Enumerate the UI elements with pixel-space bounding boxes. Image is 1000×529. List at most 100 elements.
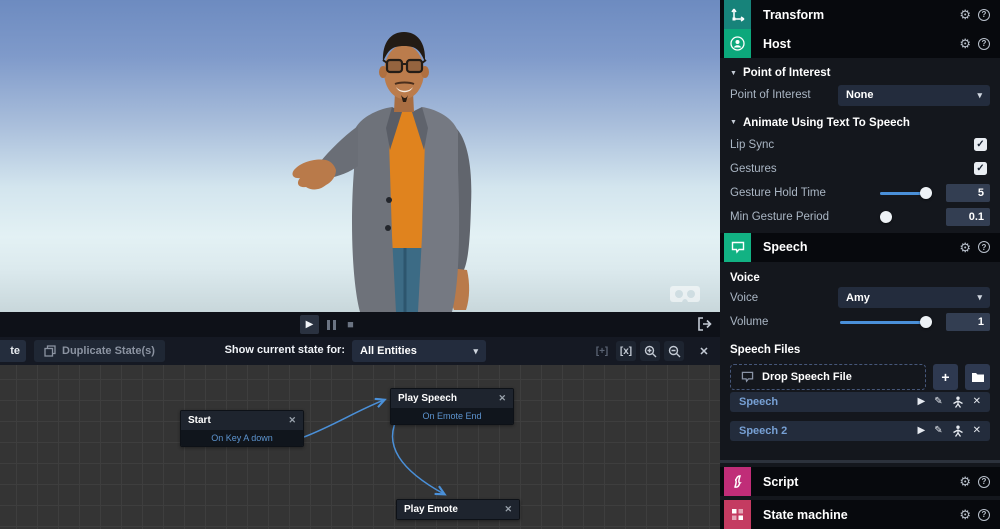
min-gesture-value[interactable]: 0.1: [946, 208, 990, 226]
section-title: Animate Using Text To Speech: [743, 117, 910, 129]
host-icon: [724, 29, 751, 58]
remove-speech-icon[interactable]: ✕: [973, 426, 981, 436]
slider-thumb[interactable]: [920, 187, 932, 199]
section-title: Point of Interest: [743, 67, 831, 79]
state-machine-canvas[interactable]: Start ✕ On Key A down Play Speech ✕ On E…: [0, 365, 720, 529]
stop-button[interactable]: ■: [341, 315, 360, 334]
gesture-hold-slider[interactable]: [880, 187, 932, 199]
help-icon[interactable]: ?: [978, 38, 990, 50]
node-close-icon[interactable]: ✕: [504, 504, 512, 515]
duplicate-icon: [44, 345, 56, 357]
host-glasses-right: [407, 60, 422, 72]
voice-label: Voice: [730, 292, 838, 304]
gear-icon[interactable]: ⚙: [959, 508, 971, 521]
scene-viewport[interactable]: [0, 0, 720, 312]
gear-icon[interactable]: ⚙: [959, 475, 971, 488]
gear-icon[interactable]: ⚙: [959, 37, 971, 50]
component-header-state-machine[interactable]: State machine ⚙ ?: [720, 500, 1000, 529]
node-transition[interactable]: On Emote End: [391, 408, 513, 424]
help-icon[interactable]: ?: [978, 476, 990, 488]
volume-slider[interactable]: [840, 316, 932, 328]
help-icon[interactable]: ?: [978, 9, 990, 21]
collapse-arrow-icon: ▼: [730, 119, 737, 126]
entities-dropdown-value: All Entities: [360, 345, 417, 357]
lip-sync-row: Lip Sync ✓: [720, 133, 1000, 157]
remove-speech-icon[interactable]: ✕: [973, 397, 981, 407]
node-close-icon[interactable]: ✕: [288, 415, 296, 426]
state-machine-toolbar: te Duplicate State(s) Show current state…: [0, 337, 720, 365]
gesture-mark-icon[interactable]: [952, 425, 964, 437]
voice-dropdown-value: Amy: [846, 292, 870, 304]
entities-dropdown[interactable]: All Entities ▾: [352, 340, 486, 362]
pause-button[interactable]: [322, 315, 341, 334]
min-gesture-slider[interactable]: [880, 211, 932, 223]
gestures-checkbox[interactable]: ✓: [974, 162, 987, 175]
gear-icon[interactable]: ⚙: [959, 241, 971, 254]
component-header-host[interactable]: Host ⚙ ?: [720, 29, 1000, 58]
duplicate-states-button[interactable]: Duplicate State(s): [34, 340, 165, 362]
add-speech-button[interactable]: +: [933, 364, 958, 390]
gesture-hold-value[interactable]: 5: [946, 184, 990, 202]
section-point-of-interest[interactable]: ▼ Point of Interest: [720, 58, 1000, 83]
host-glasses-left: [387, 60, 402, 72]
host-character[interactable]: [290, 0, 500, 312]
folder-icon: [971, 372, 985, 383]
pop-out-icon[interactable]: [697, 317, 712, 331]
edit-speech-icon[interactable]: ✎: [934, 426, 942, 436]
fit-all-icon[interactable]: [x]: [616, 341, 636, 361]
lip-sync-checkbox[interactable]: ✓: [974, 138, 987, 151]
gesture-hold-label: Gesture Hold Time: [730, 187, 880, 199]
gesture-hold-row: Gesture Hold Time 5: [720, 181, 1000, 205]
play-button[interactable]: ▶: [300, 315, 319, 334]
play-speech-icon[interactable]: ▶: [918, 397, 926, 407]
fit-selection-icon[interactable]: [+]: [592, 341, 612, 361]
component-title: State machine: [763, 508, 848, 522]
zoom-in-icon[interactable]: [640, 341, 660, 361]
state-node-play-emote[interactable]: Play Emote ✕: [396, 499, 520, 520]
state-node-start[interactable]: Start ✕ On Key A down: [180, 410, 304, 447]
pause-icon: [327, 320, 336, 330]
section-animate-tts[interactable]: ▼ Animate Using Text To Speech: [720, 108, 1000, 133]
browse-files-button[interactable]: [965, 364, 990, 390]
slider-thumb[interactable]: [880, 211, 892, 223]
speech-file-item[interactable]: Speech 2 ▶ ✎ ✕: [730, 421, 990, 441]
node-title: Start: [188, 415, 211, 426]
speech-files-title: Speech Files: [720, 334, 1000, 358]
edit-speech-icon[interactable]: ✎: [934, 397, 942, 407]
voice-section-title: Voice: [720, 262, 1000, 286]
help-icon[interactable]: ?: [978, 241, 990, 253]
state-node-play-speech[interactable]: Play Speech ✕ On Emote End: [390, 388, 514, 425]
component-header-transform[interactable]: Transform ⚙ ?: [720, 0, 1000, 29]
transform-icon: [724, 0, 751, 29]
gesture-mark-icon[interactable]: [952, 396, 964, 408]
component-header-script[interactable]: Script ⚙ ?: [720, 467, 1000, 496]
play-speech-icon[interactable]: ▶: [918, 426, 926, 436]
transition-edges: [0, 365, 720, 529]
chevron-down-icon: ▾: [473, 346, 478, 357]
host-hand-left: [293, 159, 336, 189]
speech-file-item[interactable]: Speech ▶ ✎ ✕: [730, 392, 990, 412]
duplicate-states-label: Duplicate State(s): [62, 345, 155, 357]
gear-icon[interactable]: ⚙: [959, 8, 971, 21]
stop-icon: ■: [347, 319, 354, 331]
partial-state-button[interactable]: te: [0, 340, 26, 362]
volume-row: Volume 1: [720, 310, 1000, 334]
volume-value[interactable]: 1: [946, 313, 990, 331]
check-icon: ✓: [976, 139, 984, 150]
poi-dropdown[interactable]: None ▾: [838, 85, 990, 106]
zoom-out-icon[interactable]: [664, 341, 684, 361]
min-gesture-row: Min Gesture Period 0.1: [720, 205, 1000, 229]
component-header-speech[interactable]: Speech ⚙ ?: [720, 233, 1000, 262]
vr-mode-icon[interactable]: [670, 284, 700, 304]
chevron-down-icon: ▾: [977, 90, 982, 101]
node-transition[interactable]: On Key A down: [181, 430, 303, 446]
drop-speech-file-zone[interactable]: Drop Speech File: [730, 364, 926, 390]
help-icon[interactable]: ?: [978, 509, 990, 521]
min-gesture-label: Min Gesture Period: [730, 211, 880, 223]
close-graph-icon[interactable]: ✕: [694, 341, 714, 361]
voice-row: Voice Amy ▾: [720, 286, 1000, 311]
slider-thumb[interactable]: [920, 316, 932, 328]
node-close-icon[interactable]: ✕: [498, 393, 506, 404]
voice-dropdown[interactable]: Amy ▾: [838, 287, 990, 308]
speech-file-name: Speech: [739, 396, 918, 408]
